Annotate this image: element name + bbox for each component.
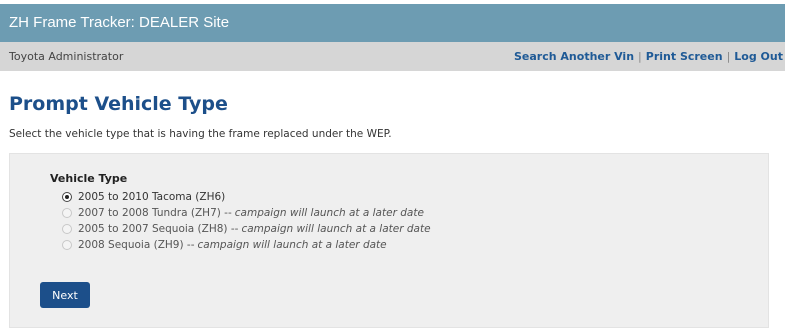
option-tacoma-zh6[interactable]: 2005 to 2010 Tacoma (ZH6): [62, 189, 431, 204]
link-separator: |: [726, 50, 731, 63]
vehicle-type-options: 2005 to 2010 Tacoma (ZH6) 2007 to 2008 T…: [62, 189, 431, 253]
radio-sequoia-zh8: [62, 223, 72, 234]
radio-sequoia-zh9: [62, 239, 72, 250]
radio-tacoma-zh6[interactable]: [62, 191, 72, 202]
option-sequoia-zh8: 2005 to 2007 Sequoia (ZH8) -- campaign w…: [62, 221, 431, 236]
option-note: campaign will launch at a later date: [234, 206, 424, 219]
link-separator: |: [638, 50, 642, 63]
log-out-link[interactable]: Log Out: [734, 50, 783, 63]
app-header: ZH Frame Tracker: DEALER Site: [0, 4, 785, 42]
option-label: 2008 Sequoia (ZH9) --: [78, 238, 195, 251]
option-label: 2007 to 2008 Tundra (ZH7) --: [78, 206, 232, 219]
vehicle-type-label: Vehicle Type: [50, 172, 128, 185]
option-label: 2005 to 2007 Sequoia (ZH8) --: [78, 222, 239, 235]
print-screen-link[interactable]: Print Screen: [646, 50, 723, 63]
search-another-vin-link[interactable]: Search Another Vin: [514, 50, 634, 63]
option-sequoia-zh9: 2008 Sequoia (ZH9) -- campaign will laun…: [62, 237, 431, 252]
user-name: Toyota Administrator: [9, 50, 124, 63]
option-note: campaign will launch at a later date: [241, 222, 431, 235]
page-title: Prompt Vehicle Type: [9, 93, 228, 115]
app-title: ZH Frame Tracker: DEALER Site: [9, 14, 230, 31]
radio-tundra-zh7: [62, 207, 72, 218]
instruction-text: Select the vehicle type that is having t…: [9, 128, 392, 140]
option-note: campaign will launch at a later date: [197, 238, 387, 251]
user-bar: Toyota Administrator Search Another Vin |…: [0, 42, 785, 71]
header-links: Search Another Vin | Print Screen | Log Out: [514, 50, 783, 63]
option-label: 2005 to 2010 Tacoma (ZH6): [78, 190, 226, 203]
option-tundra-zh7: 2007 to 2008 Tundra (ZH7) -- campaign wi…: [62, 205, 431, 220]
next-button[interactable]: Next: [40, 282, 90, 308]
vehicle-type-form: Vehicle Type 2005 to 2010 Tacoma (ZH6) 2…: [9, 153, 769, 328]
